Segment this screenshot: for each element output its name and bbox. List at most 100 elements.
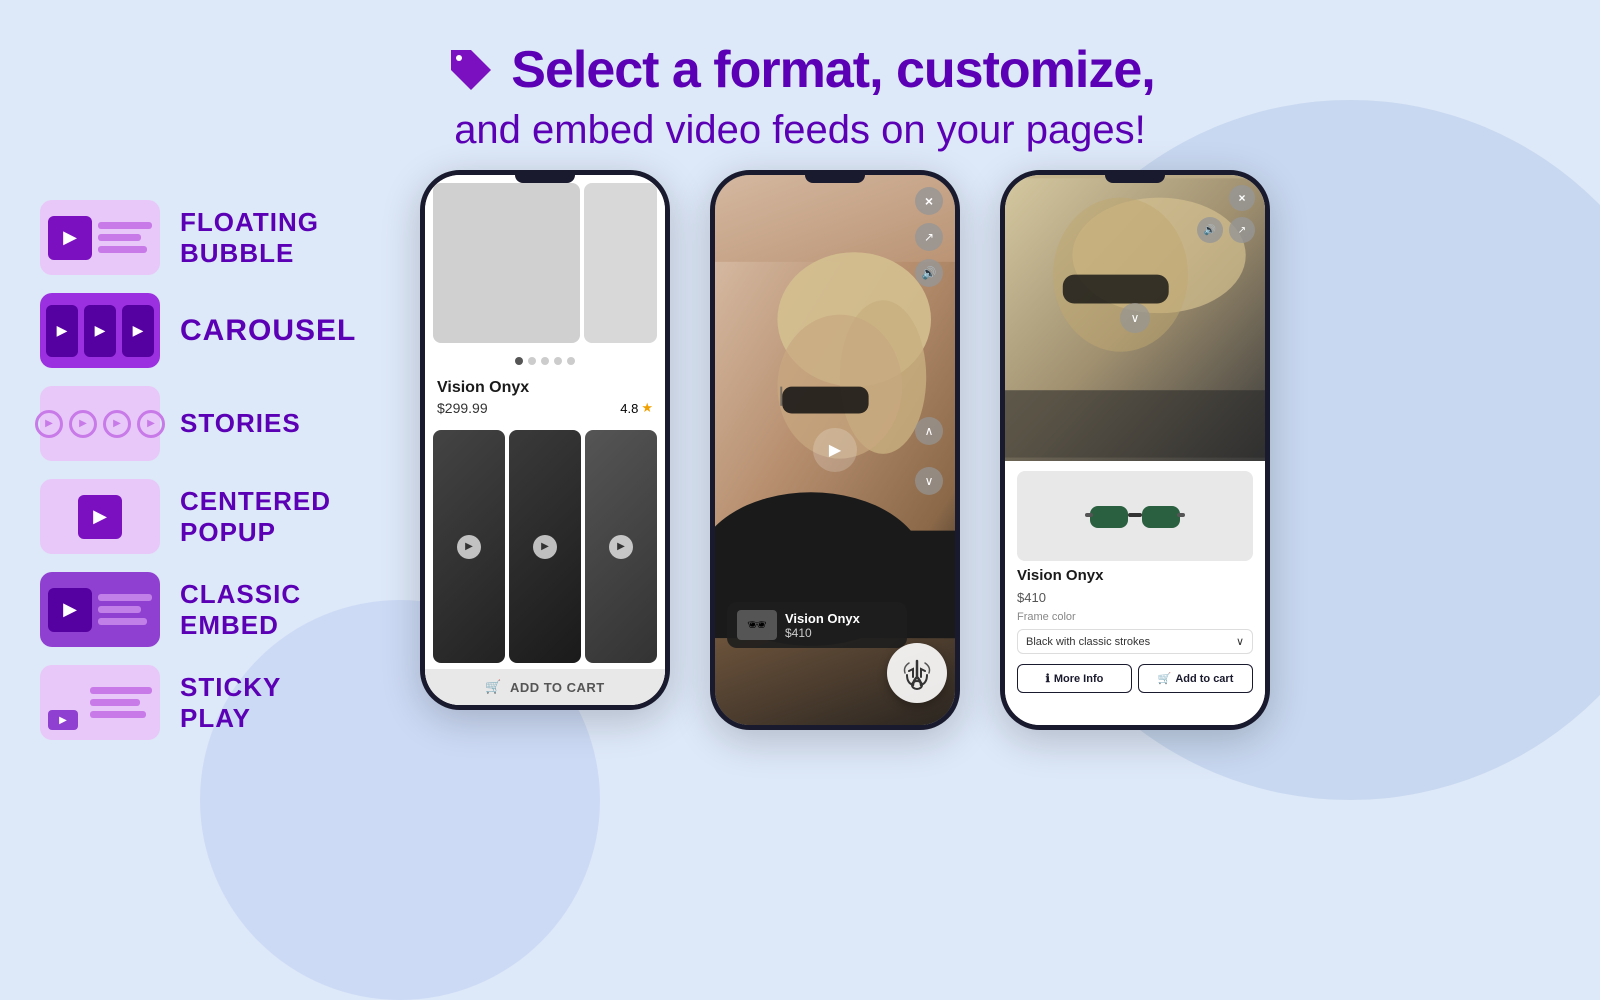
sidebar-item-centered-popup[interactable]: ▶ CENTEREDPOPUP xyxy=(40,479,356,554)
add-to-cart-label: ADD TO CART xyxy=(510,680,605,695)
add-to-cart-bar[interactable]: 🛒 ADD TO CART xyxy=(425,669,665,705)
icon-line xyxy=(98,246,147,253)
product-price-row: $299.99 4.8 ★ xyxy=(437,400,653,416)
product-price: $299.99 xyxy=(437,400,488,416)
hand-svg xyxy=(899,655,935,691)
close-button[interactable]: × xyxy=(915,187,943,215)
sidebar-item-stories[interactable]: ▶ ▶ ▶ ▶ STORIES xyxy=(40,386,356,461)
video-play-btn-2[interactable]: ▶ xyxy=(533,535,557,559)
hand-gesture-icon xyxy=(887,643,947,703)
sound-button[interactable]: 🔊 xyxy=(915,259,943,287)
action-buttons: ℹ More Info 🛒 Add to cart xyxy=(1017,664,1253,693)
sidebar-item-label: CENTEREDPOPUP xyxy=(180,486,331,548)
frame-color-label: Frame color xyxy=(1017,611,1253,623)
play-icon-3: ▶ xyxy=(122,305,154,357)
frame-color-value: Black with classic strokes xyxy=(1026,636,1150,648)
story-circle-3: ▶ xyxy=(103,410,131,438)
phone1-carousel: Vision Onyx $299.99 4.8 ★ ▶ ▶ xyxy=(420,170,670,710)
dot-2 xyxy=(528,357,536,365)
phone2-inner: × ↗ 🔊 ∧ ∨ ▶ 🕶 Vision Onyx $410 xyxy=(715,175,955,725)
center-play-button[interactable]: ▶ xyxy=(813,428,857,472)
header-title: Select a format, customize, xyxy=(511,40,1154,100)
chevron-down-icon[interactable]: ∨ xyxy=(1120,303,1150,333)
cart-icon: 🛒 xyxy=(1158,672,1172,685)
sidebar-item-sticky-play[interactable]: ▶ STICKYPLAY xyxy=(40,665,356,740)
phone1-inner: Vision Onyx $299.99 4.8 ★ ▶ ▶ xyxy=(425,175,665,705)
icon-line xyxy=(98,606,141,613)
centered-popup-icon: ▶ xyxy=(40,479,160,554)
sidebar-item-floating-bubble[interactable]: ▶ FLOATINGBUBBLE xyxy=(40,200,356,275)
share-button[interactable]: ↗ xyxy=(1229,217,1255,243)
phone3-product-panel: Vision Onyx $410 Frame color Black with … xyxy=(1005,461,1265,725)
carousel-main-image xyxy=(433,183,580,343)
icon-line xyxy=(90,711,146,718)
sidebar-item-label: FLOATINGBUBBLE xyxy=(180,207,319,269)
carousel-side-image xyxy=(584,183,657,343)
star-icon: ★ xyxy=(641,400,653,416)
icon-line xyxy=(98,618,147,625)
sunglasses-product-svg xyxy=(1085,491,1185,541)
icon-line xyxy=(90,699,140,706)
dot-5 xyxy=(567,357,575,365)
sticky-play-icon: ▶ xyxy=(40,665,160,740)
product-card-text: Vision Onyx $410 xyxy=(785,611,860,640)
story-circle-2: ▶ xyxy=(69,410,97,438)
icon-lines xyxy=(98,594,152,625)
phones-container: Vision Onyx $299.99 4.8 ★ ▶ ▶ xyxy=(420,170,1270,730)
carousel-plays: ▶ ▶ ▶ xyxy=(46,305,154,357)
carousel-images xyxy=(425,175,665,351)
sidebar-item-classic-embed[interactable]: ▶ CLASSICEMBED xyxy=(40,572,356,647)
video-play-btn-1[interactable]: ▶ xyxy=(457,535,481,559)
icon-line xyxy=(98,234,141,241)
cart-icon: 🛒 xyxy=(485,679,502,695)
stories-icon: ▶ ▶ ▶ ▶ xyxy=(40,386,160,461)
dropdown-chevron-icon: ∨ xyxy=(1236,635,1244,648)
icon-lines xyxy=(90,687,152,718)
icon-line xyxy=(90,687,152,694)
phone-notch xyxy=(805,175,865,183)
video-thumb-3: ▶ xyxy=(585,430,657,663)
carousel-icon: ▶ ▶ ▶ xyxy=(40,293,160,368)
frame-color-select[interactable]: Black with classic strokes ∨ xyxy=(1017,629,1253,654)
phone2-story: × ↗ 🔊 ∧ ∨ ▶ 🕶 Vision Onyx $410 xyxy=(710,170,960,730)
add-to-cart-button[interactable]: 🛒 Add to cart xyxy=(1138,664,1253,693)
header: Select a format, customize, and embed vi… xyxy=(0,0,1600,153)
product-rating: 4.8 ★ xyxy=(620,400,653,416)
close-button[interactable]: × xyxy=(1229,185,1255,211)
classic-embed-icon: ▶ xyxy=(40,572,160,647)
product-name: Vision Onyx xyxy=(785,611,860,626)
sidebar-item-label: STORIES xyxy=(180,408,301,439)
play-icon-2: ▶ xyxy=(84,305,116,357)
info-icon: ℹ xyxy=(1046,672,1050,685)
product-info: Vision Onyx $299.99 4.8 ★ xyxy=(425,371,665,424)
product-thumbnail: 🕶 xyxy=(737,610,777,640)
sound-button[interactable]: 🔊 xyxy=(1197,217,1223,243)
phone3-inner: × ↗ ∨ 🔊 Vision Onyx $410 xyxy=(1005,175,1265,725)
story-circle-4: ▶ xyxy=(137,410,165,438)
product-name: Vision Onyx xyxy=(437,379,653,397)
icon-line xyxy=(98,222,152,229)
product-image xyxy=(1017,471,1253,561)
product-name: Vision Onyx xyxy=(1017,567,1253,584)
sidebar-item-label: CAROUSEL xyxy=(180,314,356,348)
phone3-product-detail: × ↗ ∨ 🔊 Vision Onyx $410 xyxy=(1000,170,1270,730)
video-thumbnails: ▶ ▶ ▶ xyxy=(425,424,665,669)
video-play-btn-3[interactable]: ▶ xyxy=(609,535,633,559)
sidebar-item-carousel[interactable]: ▶ ▶ ▶ CAROUSEL xyxy=(40,293,356,368)
share-button[interactable]: ↗ xyxy=(915,223,943,251)
phone-notch xyxy=(1105,175,1165,183)
play-icon: ▶ xyxy=(48,588,92,632)
more-info-button[interactable]: ℹ More Info xyxy=(1017,664,1132,693)
product-price: $410 xyxy=(1017,590,1253,605)
nav-up-button[interactable]: ∧ xyxy=(915,417,943,445)
stories-circles: ▶ ▶ ▶ ▶ xyxy=(35,410,165,438)
icon-lines xyxy=(98,222,152,253)
tag-icon xyxy=(445,44,497,96)
nav-down-button[interactable]: ∨ xyxy=(915,467,943,495)
sidebar: ▶ FLOATINGBUBBLE ▶ ▶ ▶ CAROUSEL ▶ ▶ ▶ xyxy=(40,200,356,740)
header-subtitle: and embed video feeds on your pages! xyxy=(0,108,1600,153)
video-thumb-2: ▶ xyxy=(509,430,581,663)
floating-bubble-icon: ▶ xyxy=(40,200,160,275)
dot-4 xyxy=(554,357,562,365)
story-circle-1: ▶ xyxy=(35,410,63,438)
